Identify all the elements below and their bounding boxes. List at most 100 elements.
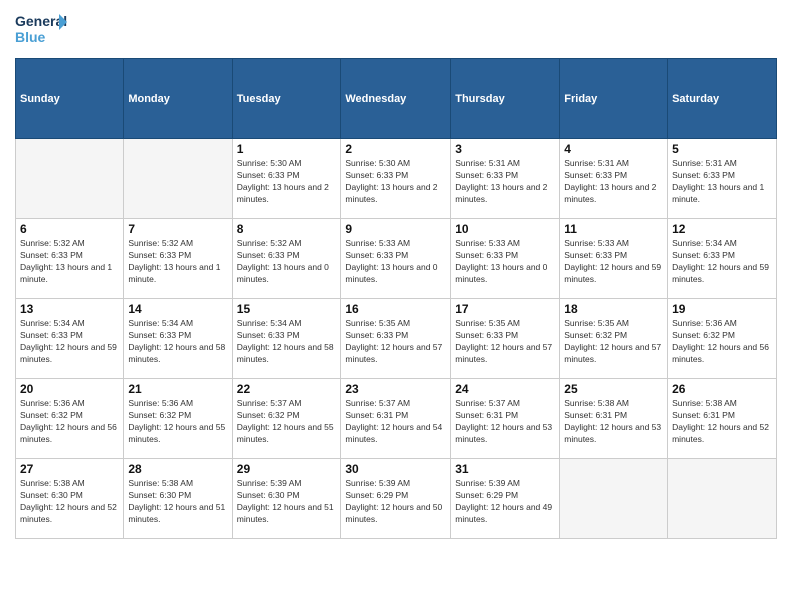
calendar-cell: 6Sunrise: 5:32 AM Sunset: 6:33 PM Daylig… bbox=[16, 219, 124, 299]
page: General Blue SundayMondayTuesdayWednesda… bbox=[0, 0, 792, 612]
weekday-header-tuesday: Tuesday bbox=[232, 59, 341, 139]
day-number: 2 bbox=[345, 142, 446, 156]
day-info: Sunrise: 5:33 AM Sunset: 6:33 PM Dayligh… bbox=[345, 238, 446, 286]
calendar-cell: 31 Sunrise: 5:39 AM Sunset: 6:29 PM Dayli… bbox=[451, 459, 560, 539]
day-number: 31 bbox=[455, 462, 555, 476]
day-number: 1 bbox=[237, 142, 337, 156]
calendar-cell: 28Sunrise: 5:38 AM Sunset: 6:30 PM Dayli… bbox=[124, 459, 232, 539]
day-number: 21 bbox=[128, 382, 227, 396]
day-info: Sunrise: 5:32 AM Sunset: 6:33 PM Dayligh… bbox=[237, 238, 337, 286]
weekday-header-row: SundayMondayTuesdayWednesdayThursdayFrid… bbox=[16, 59, 777, 139]
day-number: 14 bbox=[128, 302, 227, 316]
day-info: Sunrise: 5:30 AM Sunset: 6:33 PM Dayligh… bbox=[345, 158, 446, 206]
day-info: Sunrise: 5:31 AM Sunset: 6:33 PM Dayligh… bbox=[455, 158, 555, 206]
day-number: 4 bbox=[564, 142, 663, 156]
day-number: 10 bbox=[455, 222, 555, 236]
calendar-cell: 20 Sunrise: 5:36 AM Sunset: 6:32 PM Dayli… bbox=[16, 379, 124, 459]
day-info: Sunrise: 5:35 AM Sunset: 6:33 PM Dayligh… bbox=[345, 318, 446, 366]
day-info: Sunrise: 5:35 AM Sunset: 6:33 PM Dayligh… bbox=[455, 318, 555, 366]
day-info: Sunrise: 5:38 AM Sunset: 6:31 PM Dayligh… bbox=[672, 398, 772, 446]
day-number: 3 bbox=[455, 142, 555, 156]
calendar-cell: 11Sunrise: 5:33 AM Sunset: 6:33 PM Dayli… bbox=[560, 219, 668, 299]
calendar-table: SundayMondayTuesdayWednesdayThursdayFrid… bbox=[15, 58, 777, 539]
day-number: 25 bbox=[564, 382, 663, 396]
day-number: 9 bbox=[345, 222, 446, 236]
calendar-cell: 7 Sunrise: 5:32 AM Sunset: 6:33 PM Daylig… bbox=[124, 219, 232, 299]
calendar-cell: 14 Sunrise: 5:34 AM Sunset: 6:33 PM Dayli… bbox=[124, 299, 232, 379]
day-number: 29 bbox=[237, 462, 337, 476]
calendar-cell bbox=[16, 139, 124, 219]
day-number: 16 bbox=[345, 302, 446, 316]
calendar-cell: 24Sunrise: 5:37 AM Sunset: 6:31 PM Dayli… bbox=[451, 379, 560, 459]
day-number: 18 bbox=[564, 302, 663, 316]
calendar-cell: 5 Sunrise: 5:31 AM Sunset: 6:33 PM Daylig… bbox=[668, 139, 777, 219]
svg-text:Blue: Blue bbox=[15, 29, 46, 45]
calendar-cell bbox=[124, 139, 232, 219]
calendar-cell: 23Sunrise: 5:37 AM Sunset: 6:31 PM Dayli… bbox=[341, 379, 451, 459]
day-info: Sunrise: 5:38 AM Sunset: 6:30 PM Dayligh… bbox=[128, 478, 227, 526]
calendar-week-row: 1 Sunrise: 5:30 AM Sunset: 6:33 PM Daylig… bbox=[16, 139, 777, 219]
calendar-week-row: 27Sunrise: 5:38 AM Sunset: 6:30 PM Dayli… bbox=[16, 459, 777, 539]
calendar-cell: 22 Sunrise: 5:37 AM Sunset: 6:32 PM Dayli… bbox=[232, 379, 341, 459]
calendar-cell: 1Sunrise: 5:30 AM Sunset: 6:33 PM Daylig… bbox=[232, 139, 341, 219]
day-number: 20 bbox=[20, 382, 119, 396]
weekday-header-saturday: Saturday bbox=[668, 59, 777, 139]
day-info: Sunrise: 5:31 AM Sunset: 6:33 PM Dayligh… bbox=[564, 158, 663, 206]
header: General Blue bbox=[15, 10, 777, 50]
calendar-cell: 25 Sunrise: 5:38 AM Sunset: 6:31 PM Dayli… bbox=[560, 379, 668, 459]
day-info: Sunrise: 5:34 AM Sunset: 6:33 PM Dayligh… bbox=[20, 318, 119, 366]
calendar-cell: 2 Sunrise: 5:30 AM Sunset: 6:33 PM Daylig… bbox=[341, 139, 451, 219]
day-info: Sunrise: 5:34 AM Sunset: 6:33 PM Dayligh… bbox=[237, 318, 337, 366]
day-number: 12 bbox=[672, 222, 772, 236]
calendar-cell: 12 Sunrise: 5:34 AM Sunset: 6:33 PM Dayli… bbox=[668, 219, 777, 299]
day-info: Sunrise: 5:37 AM Sunset: 6:32 PM Dayligh… bbox=[237, 398, 337, 446]
day-info: Sunrise: 5:34 AM Sunset: 6:33 PM Dayligh… bbox=[128, 318, 227, 366]
day-info: Sunrise: 5:34 AM Sunset: 6:33 PM Dayligh… bbox=[672, 238, 772, 286]
day-number: 7 bbox=[128, 222, 227, 236]
weekday-header-friday: Friday bbox=[560, 59, 668, 139]
calendar-cell: 19 Sunrise: 5:36 AM Sunset: 6:32 PM Dayli… bbox=[668, 299, 777, 379]
calendar-cell: 16 Sunrise: 5:35 AM Sunset: 6:33 PM Dayli… bbox=[341, 299, 451, 379]
day-number: 5 bbox=[672, 142, 772, 156]
day-number: 19 bbox=[672, 302, 772, 316]
logo: General Blue bbox=[15, 10, 67, 50]
calendar-cell: 13 Sunrise: 5:34 AM Sunset: 6:33 PM Dayli… bbox=[16, 299, 124, 379]
calendar-cell: 21Sunrise: 5:36 AM Sunset: 6:32 PM Dayli… bbox=[124, 379, 232, 459]
calendar-cell: 4 Sunrise: 5:31 AM Sunset: 6:33 PM Daylig… bbox=[560, 139, 668, 219]
day-info: Sunrise: 5:36 AM Sunset: 6:32 PM Dayligh… bbox=[672, 318, 772, 366]
day-info: Sunrise: 5:32 AM Sunset: 6:33 PM Dayligh… bbox=[128, 238, 227, 286]
day-info: Sunrise: 5:33 AM Sunset: 6:33 PM Dayligh… bbox=[455, 238, 555, 286]
weekday-header-wednesday: Wednesday bbox=[341, 59, 451, 139]
day-info: Sunrise: 5:39 AM Sunset: 6:29 PM Dayligh… bbox=[455, 478, 555, 526]
day-number: 26 bbox=[672, 382, 772, 396]
day-info: Sunrise: 5:35 AM Sunset: 6:32 PM Dayligh… bbox=[564, 318, 663, 366]
calendar-cell: 9 Sunrise: 5:33 AM Sunset: 6:33 PM Daylig… bbox=[341, 219, 451, 299]
day-info: Sunrise: 5:37 AM Sunset: 6:31 PM Dayligh… bbox=[455, 398, 555, 446]
calendar-cell: 27Sunrise: 5:38 AM Sunset: 6:30 PM Dayli… bbox=[16, 459, 124, 539]
weekday-header-monday: Monday bbox=[124, 59, 232, 139]
calendar-cell: 26 Sunrise: 5:38 AM Sunset: 6:31 PM Dayli… bbox=[668, 379, 777, 459]
day-number: 30 bbox=[345, 462, 446, 476]
weekday-header-thursday: Thursday bbox=[451, 59, 560, 139]
day-info: Sunrise: 5:39 AM Sunset: 6:29 PM Dayligh… bbox=[345, 478, 446, 526]
weekday-header-sunday: Sunday bbox=[16, 59, 124, 139]
calendar-cell bbox=[668, 459, 777, 539]
day-info: Sunrise: 5:33 AM Sunset: 6:33 PM Dayligh… bbox=[564, 238, 663, 286]
day-info: Sunrise: 5:31 AM Sunset: 6:33 PM Dayligh… bbox=[672, 158, 772, 206]
calendar-cell: 29Sunrise: 5:39 AM Sunset: 6:30 PM Dayli… bbox=[232, 459, 341, 539]
day-number: 8 bbox=[237, 222, 337, 236]
calendar-cell: 17Sunrise: 5:35 AM Sunset: 6:33 PM Dayli… bbox=[451, 299, 560, 379]
calendar-cell: 18 Sunrise: 5:35 AM Sunset: 6:32 PM Dayli… bbox=[560, 299, 668, 379]
day-info: Sunrise: 5:37 AM Sunset: 6:31 PM Dayligh… bbox=[345, 398, 446, 446]
day-number: 6 bbox=[20, 222, 119, 236]
calendar-week-row: 13 Sunrise: 5:34 AM Sunset: 6:33 PM Dayli… bbox=[16, 299, 777, 379]
generalblue-logo-icon: General Blue bbox=[15, 10, 67, 50]
day-info: Sunrise: 5:38 AM Sunset: 6:31 PM Dayligh… bbox=[564, 398, 663, 446]
day-number: 22 bbox=[237, 382, 337, 396]
day-info: Sunrise: 5:36 AM Sunset: 6:32 PM Dayligh… bbox=[20, 398, 119, 446]
day-info: Sunrise: 5:38 AM Sunset: 6:30 PM Dayligh… bbox=[20, 478, 119, 526]
calendar-cell: 10 Sunrise: 5:33 AM Sunset: 6:33 PM Dayli… bbox=[451, 219, 560, 299]
calendar-week-row: 6 Sunrise: 5:32 AM Sunset: 6:33 PM Daylig… bbox=[16, 219, 777, 299]
day-number: 15 bbox=[237, 302, 337, 316]
day-number: 13 bbox=[20, 302, 119, 316]
